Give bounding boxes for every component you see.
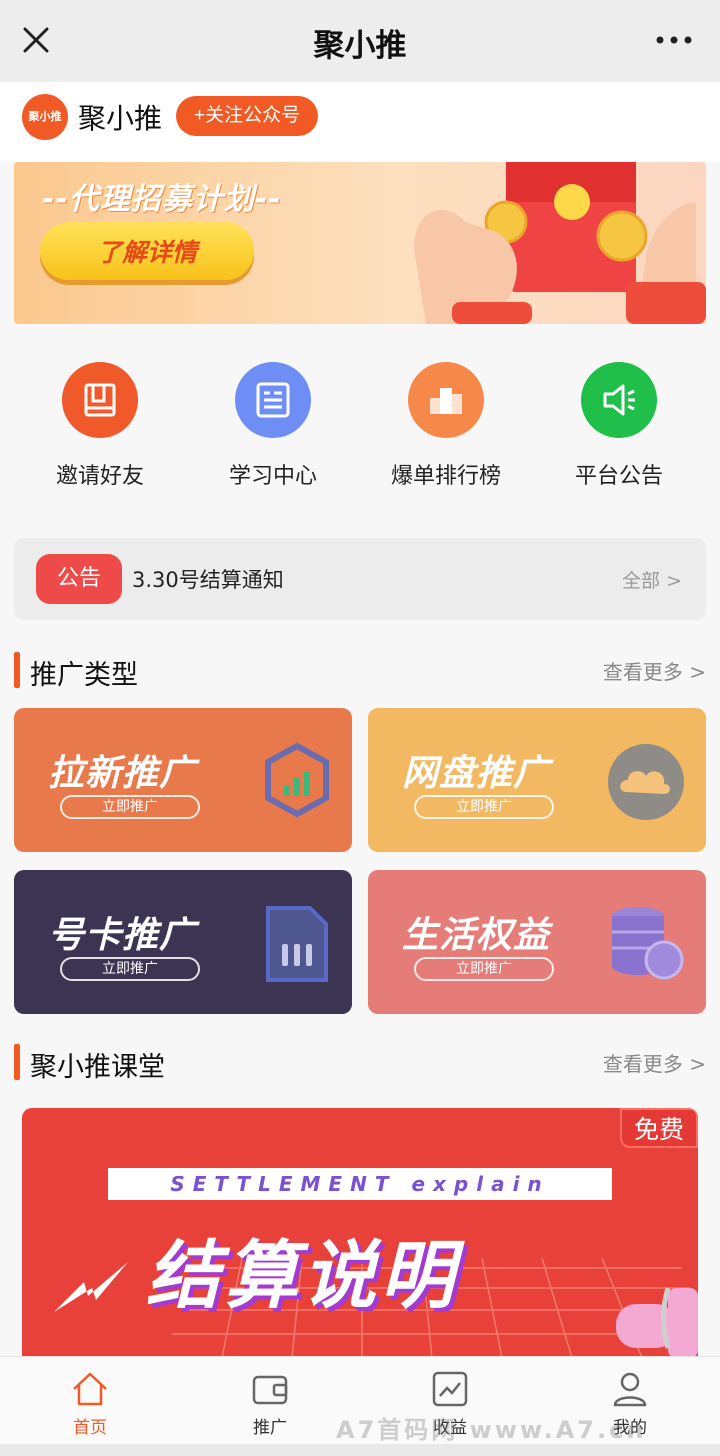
promo-card-title: 号卡推广	[48, 915, 197, 956]
quick-link-label: 爆单排行榜	[390, 464, 501, 489]
hexagon-chart-icon	[265, 742, 329, 818]
banner-headline: --代理招募计划--	[42, 182, 282, 217]
section-accent-bar	[14, 652, 20, 688]
quick-link-ranking[interactable]: 爆单排行榜	[360, 356, 532, 490]
promote-now-button[interactable]: 立即推广	[60, 957, 200, 981]
promo-card-life-benefits[interactable]: 生活权益 立即推广	[368, 870, 706, 1014]
book-icon	[62, 362, 138, 438]
notice-text[interactable]: 3.30号结算通知	[132, 564, 284, 594]
notice-bar[interactable]: 公告 3.30号结算通知 全部 >	[14, 538, 706, 620]
promote-now-button[interactable]: 立即推广	[414, 795, 554, 819]
lightning-icon	[54, 1262, 128, 1312]
course-section-header: 聚小推课堂 查看更多 >	[14, 1042, 706, 1083]
section-title: 聚小推课堂	[30, 1052, 165, 1083]
follow-account-button[interactable]: +关注公众号	[176, 96, 319, 136]
site-watermark: A7首码网 www.A7.cn	[336, 1416, 647, 1444]
coin-stack-icon	[612, 907, 684, 980]
tab-home[interactable]: 首页	[0, 1357, 180, 1445]
ranking-icon	[408, 362, 484, 438]
top-nav-bar: 聚小推	[0, 0, 720, 82]
official-account-strip: 聚小推 聚小推 +关注公众号	[0, 82, 720, 162]
more-menu-icon[interactable]	[654, 26, 694, 54]
account-logo: 聚小推	[22, 94, 68, 140]
learn-more-button[interactable]: 了解详情	[40, 222, 254, 280]
promo-card-title: 生活权益	[402, 915, 551, 956]
page-title: 聚小推	[313, 28, 407, 64]
notice-tag: 公告	[36, 554, 122, 604]
free-badge: 免费	[620, 1108, 698, 1148]
user-icon	[613, 1372, 647, 1407]
cloud-icon	[608, 744, 684, 820]
tab-label: 首页	[73, 1418, 107, 1438]
list-icon	[235, 362, 311, 438]
tab-label: 推广	[253, 1418, 287, 1438]
quick-link-announcements[interactable]: 平台公告	[533, 356, 705, 490]
quick-link-learning[interactable]: 学习中心	[187, 356, 359, 490]
sim-card-icon	[266, 906, 328, 982]
promo-card-sim[interactable]: 号卡推广 立即推广	[14, 870, 352, 1014]
view-more-link[interactable]: 查看更多 >	[603, 656, 706, 685]
bottom-safe-area	[0, 1444, 720, 1456]
view-more-link[interactable]: 查看更多 >	[603, 1048, 706, 1077]
promo-card-cloud-drive[interactable]: 网盘推广 立即推广	[368, 708, 706, 852]
notice-all-link[interactable]: 全部 >	[622, 566, 682, 593]
course-card-settlement[interactable]: 免费 SETTLEMENT explain 结算说明	[22, 1108, 698, 1358]
promote-now-button[interactable]: 立即推广	[60, 795, 200, 819]
promo-card-new-user[interactable]: 拉新推广 立即推广	[14, 708, 352, 852]
quick-link-label: 邀请好友	[55, 464, 144, 489]
trend-chart-icon	[432, 1371, 468, 1407]
wallet-icon	[252, 1375, 288, 1405]
promote-now-button[interactable]: 立即推广	[414, 957, 554, 981]
section-accent-bar	[14, 1044, 20, 1080]
tab-promote[interactable]: 推广	[180, 1357, 360, 1445]
course-english-title: SETTLEMENT explain	[108, 1168, 612, 1200]
promo-card-title: 拉新推广	[48, 753, 197, 794]
hand-illustration	[616, 1287, 698, 1358]
section-title: 推广类型	[30, 660, 138, 691]
course-title: 结算说明	[146, 1233, 458, 1319]
account-name: 聚小推	[78, 102, 163, 135]
quick-link-label: 学习中心	[228, 464, 317, 489]
quick-link-label: 平台公告	[574, 464, 663, 489]
speaker-icon	[581, 362, 657, 438]
red-envelope-hands-illustration	[414, 162, 706, 324]
promo-section-header: 推广类型 查看更多 >	[14, 650, 706, 691]
agent-recruit-banner[interactable]: --代理招募计划-- 了解详情	[14, 162, 706, 324]
home-icon	[73, 1372, 107, 1406]
quick-link-invite[interactable]: 邀请好友	[14, 356, 186, 490]
quick-links: 邀请好友 学习中心 爆单排行榜 平台公告	[0, 356, 720, 506]
promo-card-title: 网盘推广	[402, 753, 551, 794]
